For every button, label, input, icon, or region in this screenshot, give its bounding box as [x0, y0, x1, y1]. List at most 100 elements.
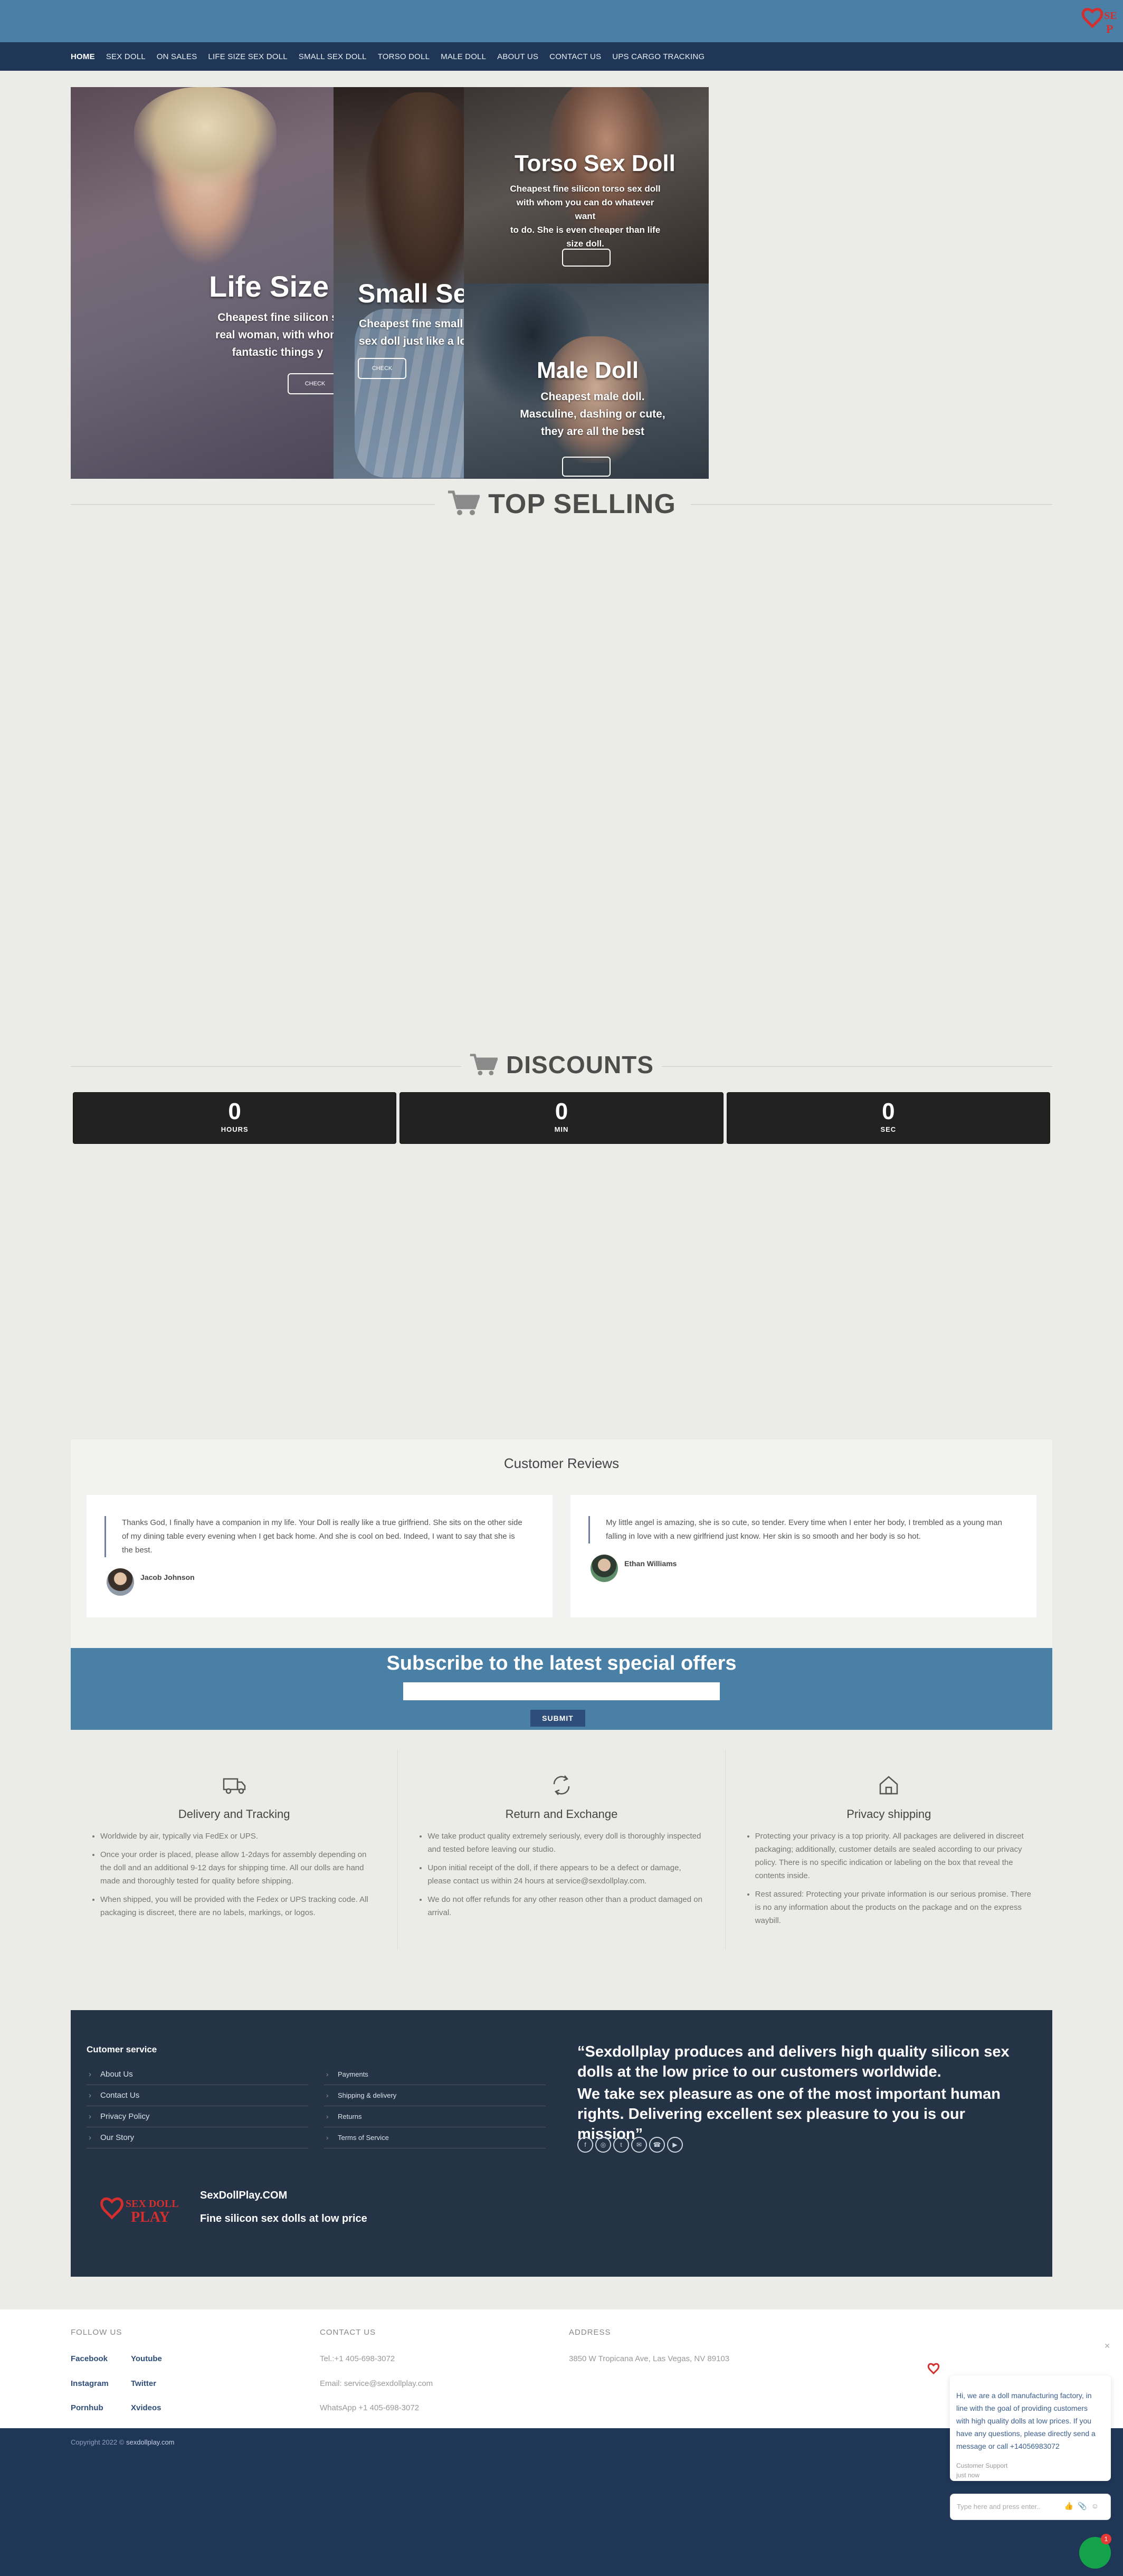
- footer-link-shipping[interactable]: Shipping & delivery: [324, 2085, 546, 2106]
- chat-unread-badge: 1: [1101, 2534, 1111, 2544]
- discounts-title: DISCOUNTS: [506, 1051, 654, 1078]
- nav-item-contact[interactable]: CONTACT US: [549, 52, 601, 61]
- footer-link-terms[interactable]: Terms of Service: [324, 2127, 546, 2148]
- feature-title: Privacy shipping: [846, 1807, 931, 1821]
- nav-item-life-size[interactable]: LIFE SIZE SEX DOLL: [208, 52, 287, 61]
- site-logo[interactable]: SE P: [1081, 4, 1123, 38]
- footer-link-privacy[interactable]: Privacy Policy: [87, 2106, 308, 2127]
- banner-torso-text: Cheapest fine silicon torso sex doll wit…: [510, 184, 661, 249]
- svg-text:P: P: [1106, 22, 1113, 35]
- feature-title: Return and Exchange: [505, 1807, 618, 1821]
- banner-male[interactable]: Male Doll Cheapest male doll. Masculine,…: [464, 283, 709, 479]
- address-title: ADDRESS: [569, 2328, 611, 2337]
- link-xvideos[interactable]: Xvideos: [131, 2403, 161, 2412]
- subscribe-email-input[interactable]: [403, 1682, 720, 1700]
- top-selling-heading: TOP SELLING: [71, 488, 1052, 520]
- footer-tagline: Fine silicon sex dolls at low price: [200, 2213, 367, 2224]
- top-selling-title: TOP SELLING: [488, 489, 676, 519]
- feature-point: We do not offer refunds for any other re…: [427, 1893, 705, 1919]
- countdown-minutes: 0 MIN: [399, 1092, 724, 1144]
- review-card: Thanks God, I finally have a companion i…: [87, 1495, 553, 1617]
- contact-whatsapp[interactable]: WhatsApp +1 405-698-3072: [320, 2403, 419, 2412]
- subscribe-submit-button[interactable]: SUBMIT: [530, 1710, 585, 1727]
- nav-item-male[interactable]: MALE DOLL: [441, 52, 486, 61]
- avatar: [591, 1555, 618, 1582]
- feature-title: Delivery and Tracking: [178, 1807, 290, 1821]
- link-pornhub[interactable]: Pornhub: [71, 2403, 103, 2412]
- nav-item-home[interactable]: HOME: [71, 52, 95, 61]
- footer-link-returns[interactable]: Returns: [324, 2106, 546, 2127]
- refresh-icon: [553, 1775, 570, 1795]
- review-text: My little angel is amazing, she is so cu…: [588, 1516, 1011, 1543]
- banner-small-button[interactable]: CHECK: [358, 358, 406, 379]
- banner-male-button[interactable]: [562, 457, 611, 477]
- link-facebook[interactable]: Facebook: [71, 2354, 108, 2363]
- banner-life-size-title: Life Size S: [209, 270, 335, 303]
- customer-service-links: About Us Contact Us Privacy Policy Our S…: [87, 2064, 308, 2148]
- instagram-icon[interactable]: ◎: [595, 2137, 611, 2153]
- footer-link-story[interactable]: Our Story: [87, 2127, 308, 2148]
- footer-link-about[interactable]: About Us: [87, 2064, 308, 2085]
- facebook-icon[interactable]: f: [577, 2137, 593, 2153]
- follow-title: FOLLOW US: [71, 2328, 122, 2337]
- banner-torso-button[interactable]: [562, 249, 611, 267]
- chat-message: Hi, we are a doll manufacturing factory,…: [956, 2391, 1096, 2450]
- chat-input[interactable]: Type here and press enter.. 👍📎☺: [950, 2494, 1111, 2520]
- subscribe-section: Subscribe to the latest special offers S…: [71, 1648, 1052, 1730]
- feature-point: Rest assured: Protecting your private in…: [755, 1888, 1032, 1927]
- home-icon: [880, 1776, 898, 1795]
- copyright-link[interactable]: sexdollplay.com: [126, 2438, 175, 2446]
- top-header: SE P: [0, 0, 1123, 42]
- nav-item-on-sales[interactable]: ON SALES: [157, 52, 197, 61]
- twitter-icon[interactable]: t: [613, 2137, 629, 2153]
- countdown-seconds: 0 SEC: [726, 1092, 1050, 1144]
- nav-item-sex-doll[interactable]: SEX DOLL: [106, 52, 146, 61]
- review-author: Jacob Johnson: [140, 1573, 195, 1581]
- feature-point: Protecting your privacy is a top priorit…: [755, 1830, 1032, 1882]
- footer-link-payments[interactable]: Payments: [324, 2064, 546, 2085]
- copyright: Copyright 2022 © sexdollplay.com: [71, 2438, 175, 2446]
- link-twitter[interactable]: Twitter: [131, 2379, 156, 2388]
- contact-phone[interactable]: Tel.:+1 405-698-3072: [320, 2354, 395, 2363]
- svg-text:SEX DOLL: SEX DOLL: [126, 2198, 179, 2210]
- youtube-icon[interactable]: ▶: [667, 2137, 683, 2153]
- nav-item-small[interactable]: SMALL SEX DOLL: [299, 52, 367, 61]
- subscribe-title: Subscribe to the latest special offers: [386, 1652, 737, 1674]
- footer-link-contact[interactable]: Contact Us: [87, 2085, 308, 2106]
- feature-return: Return and Exchange We take product qual…: [398, 1749, 726, 1950]
- feature-point: Once your order is placed, please allow …: [100, 1848, 377, 1888]
- discounts-heading: DISCOUNTS: [71, 1050, 1052, 1082]
- nav-item-tracking[interactable]: UPS CARGO TRACKING: [612, 52, 705, 61]
- email-icon[interactable]: ✉: [631, 2137, 647, 2153]
- policy-links: Payments Shipping & delivery Returns Ter…: [324, 2064, 546, 2148]
- customer-service-title: Cutomer service: [87, 2044, 157, 2054]
- chat-agent-info: Customer Support just now: [956, 2462, 1008, 2479]
- address-text: 3850 W Tropicana Ave, Las Vegas, NV 8910…: [569, 2354, 730, 2363]
- link-instagram[interactable]: Instagram: [71, 2379, 109, 2388]
- contact-email[interactable]: Email: service@sexdollplay.com: [320, 2379, 433, 2388]
- banner-male-text: Cheapest male doll. Masculine, dashing o…: [520, 391, 665, 438]
- nav-item-torso[interactable]: TORSO DOLL: [378, 52, 430, 61]
- banner-torso-title: Torso Sex Doll: [515, 150, 675, 176]
- feature-delivery: Delivery and Tracking Worldwide by air, …: [71, 1749, 398, 1950]
- review-text: Thanks God, I finally have a companion i…: [104, 1516, 527, 1557]
- banner-life-size-button[interactable]: CHECK: [288, 373, 335, 394]
- cart-icon: [470, 1054, 499, 1076]
- nav-item-about[interactable]: ABOUT US: [497, 52, 538, 61]
- social-icons: f ◎ t ✉ ☎ ▶: [577, 2137, 683, 2153]
- banner-male-title: Male Doll: [537, 357, 639, 383]
- service-features: Delivery and Tracking Worldwide by air, …: [71, 1749, 1052, 1950]
- review-card: My little angel is amazing, she is so cu…: [570, 1495, 1036, 1617]
- hero-banner: Life Size S Cheapest fine silicon s real…: [71, 87, 709, 479]
- banner-life-size[interactable]: Life Size S Cheapest fine silicon s real…: [71, 87, 335, 479]
- banner-torso[interactable]: Torso Sex Doll Cheapest fine silicon tor…: [464, 87, 709, 283]
- mission-statement: “Sexdollplay produces and delivers high …: [577, 2043, 1010, 2143]
- discount-countdown: 0 HOURS 0 MIN 0 SEC: [73, 1092, 1050, 1144]
- chat-actions-icons[interactable]: 👍📎☺: [1064, 2502, 1103, 2511]
- banner-life-size-text: Cheapest fine silicon s real woman, with…: [215, 311, 335, 358]
- phone-icon[interactable]: ☎: [649, 2137, 665, 2153]
- footer-logo[interactable]: SEX DOLL PLAY: [98, 2192, 188, 2224]
- chat-close-icon[interactable]: ×: [1100, 2338, 1115, 2353]
- link-youtube[interactable]: Youtube: [131, 2354, 162, 2363]
- svg-text:SE: SE: [1104, 10, 1117, 22]
